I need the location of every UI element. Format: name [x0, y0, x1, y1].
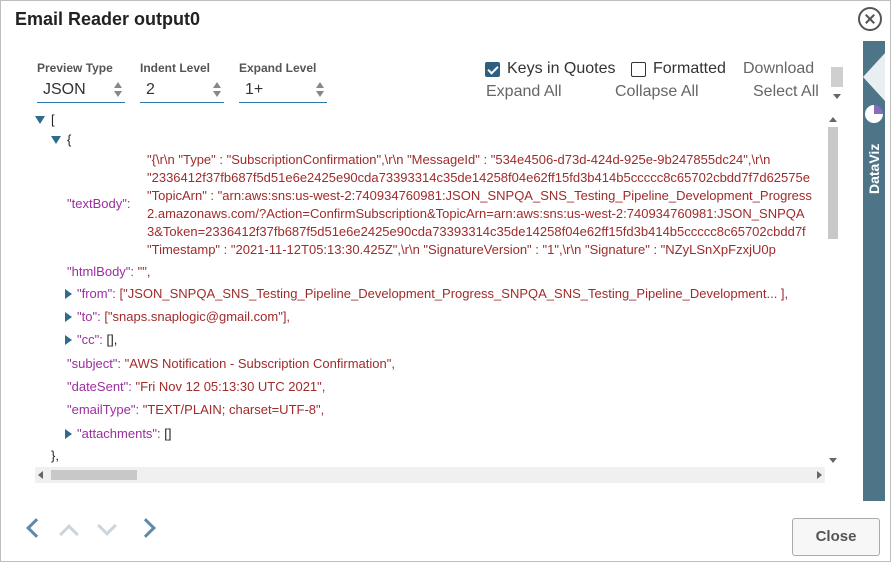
- collapse-caret-icon[interactable]: [65, 335, 72, 345]
- emailtype-row: "emailType": "TEXT/PLAIN; charset=UTF-8"…: [67, 402, 325, 417]
- spinner-icon: [315, 82, 325, 98]
- formatted-label: Formatted: [653, 60, 726, 77]
- toolbar-scrollbar[interactable]: [829, 53, 845, 101]
- scroll-thumb[interactable]: [831, 67, 843, 87]
- scroll-up-icon[interactable]: [829, 117, 837, 122]
- indent-level-value: 2: [146, 81, 155, 98]
- up-arrow-button[interactable]: [59, 519, 79, 544]
- keys-in-quotes-label: Keys in Quotes: [507, 60, 616, 77]
- indent-level-label: Indent Level: [140, 61, 211, 75]
- dialog-title: Email Reader output0: [15, 9, 201, 29]
- formatted-checkbox[interactable]: [631, 62, 646, 77]
- spinner-icon: [212, 82, 222, 98]
- expand-all-link[interactable]: Expand All: [486, 83, 562, 101]
- textbody-line: 3&Token=2336412f37fb687f5d51e6e2425e90cd…: [147, 224, 806, 239]
- chevron-right-icon: [136, 518, 156, 538]
- collapse-arrow-icon[interactable]: [863, 53, 885, 101]
- scroll-down-icon[interactable]: [833, 94, 841, 99]
- indent-level-select[interactable]: 2: [140, 77, 224, 103]
- textbody-key: "textBody":: [67, 196, 131, 211]
- collapse-caret-icon[interactable]: [65, 429, 72, 439]
- scroll-thumb[interactable]: [828, 127, 838, 239]
- tree-root-row[interactable]: [: [35, 111, 55, 129]
- vertical-scrollbar[interactable]: [825, 113, 841, 465]
- chevron-left-icon: [26, 518, 46, 538]
- keys-in-quotes-checkbox[interactable]: [485, 62, 500, 77]
- scroll-down-icon[interactable]: [829, 458, 837, 463]
- select-all-link[interactable]: Select All: [753, 83, 819, 101]
- textbody-line: 2.amazonaws.com/?Action=ConfirmSubscript…: [147, 206, 805, 221]
- expand-caret-icon[interactable]: [51, 136, 61, 144]
- chevron-down-icon: [97, 516, 117, 536]
- textbody-line: "Timestamp" : "2021-11-12T05:13:30.425Z"…: [147, 242, 776, 257]
- close-button[interactable]: Close: [792, 518, 880, 556]
- collapse-caret-icon[interactable]: [65, 312, 72, 322]
- preview-type-label: Preview Type: [37, 61, 113, 75]
- scroll-thumb[interactable]: [51, 470, 137, 480]
- preview-dialog: Email Reader output0 Preview Type JSON I…: [0, 0, 891, 562]
- from-row[interactable]: "from": ["JSON_SNPQA_SNS_Testing_Pipelin…: [65, 285, 788, 303]
- scroll-right-icon[interactable]: [817, 471, 822, 479]
- preview-type-value: JSON: [43, 81, 86, 98]
- textbody-line: "TopicArn" : "arn:aws:sns:us-west-2:7409…: [147, 188, 812, 203]
- download-link[interactable]: Download: [743, 60, 814, 78]
- horizontal-scrollbar[interactable]: [35, 467, 825, 483]
- expand-level-select[interactable]: 1+: [239, 77, 327, 103]
- close-icon[interactable]: [858, 7, 882, 31]
- down-arrow-button[interactable]: [97, 516, 117, 539]
- close-brace: },: [51, 448, 59, 463]
- spinner-icon: [113, 82, 123, 98]
- chevron-up-icon: [59, 524, 79, 544]
- subject-row: "subject": "AWS Notification - Subscript…: [67, 356, 395, 371]
- expand-level-value: 1+: [245, 81, 264, 98]
- cc-row[interactable]: "cc": [],: [65, 331, 117, 349]
- collapse-all-link[interactable]: Collapse All: [615, 83, 699, 101]
- preview-type-select[interactable]: JSON: [37, 77, 125, 103]
- attachments-row[interactable]: "attachments": []: [65, 425, 172, 443]
- htmlbody-row: "htmlBody": "",: [67, 264, 151, 279]
- prev-arrow-button[interactable]: [21, 518, 46, 539]
- expand-caret-icon[interactable]: [35, 116, 45, 124]
- collapse-caret-icon[interactable]: [65, 289, 72, 299]
- tree-object-row[interactable]: {: [51, 131, 71, 149]
- json-tree: [ { "textBody": "{\r\n "Type" : "Subscri…: [35, 109, 825, 465]
- textbody-line: "2336412f37fb687f5d51e6e2425e90cda733933…: [147, 170, 810, 185]
- scroll-left-icon[interactable]: [38, 471, 43, 479]
- pie-chart-icon: [863, 103, 885, 125]
- expand-level-label: Expand Level: [239, 61, 317, 75]
- datesent-row: "dateSent": "Fri Nov 12 05:13:30 UTC 202…: [67, 379, 326, 394]
- next-arrow-button[interactable]: [136, 518, 159, 539]
- to-row[interactable]: "to": ["snaps.snaplogic@gmail.com"],: [65, 308, 290, 326]
- dataviz-panel-toggle[interactable]: DataViz: [863, 41, 885, 501]
- textbody-line: "{\r\n "Type" : "SubscriptionConfirmatio…: [147, 152, 771, 167]
- dataviz-label: DataViz: [866, 143, 882, 194]
